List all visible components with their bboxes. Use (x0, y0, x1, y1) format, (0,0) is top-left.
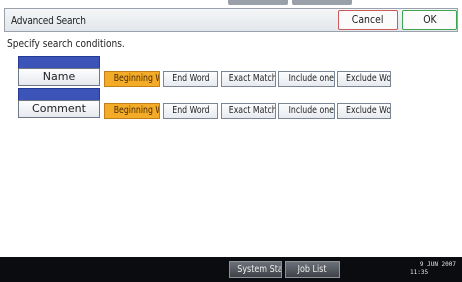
search-row-name: Name Beginning Word End Word Exact Match… (0, 56, 462, 88)
field-entry-indicator[interactable] (18, 88, 100, 100)
option-beginning-word[interactable]: Beginning Word (104, 71, 160, 87)
top-tab-indicator (228, 0, 288, 5)
instruction-text: Specify search conditions. (7, 37, 125, 50)
option-include-one-word[interactable]: Include one Word (278, 103, 335, 119)
time-text: 11:35 (410, 269, 429, 276)
ok-button-label: OK (422, 13, 437, 26)
option-exact-match[interactable]: Exact Match (221, 71, 276, 87)
cancel-button-label: Cancel (352, 13, 384, 26)
option-end-word[interactable]: End Word (163, 71, 218, 87)
clock-display: 9 JUN 2007 11:35 (410, 261, 458, 279)
status-bar: System Status Job List 9 JUN 2007 11:35 (0, 257, 462, 282)
option-exclude-words[interactable]: Exclude Words (337, 103, 391, 119)
field-entry-indicator[interactable] (18, 56, 100, 68)
option-end-word[interactable]: End Word (163, 103, 218, 119)
top-strip (0, 0, 462, 6)
top-tab-indicator (292, 0, 352, 5)
ok-button[interactable]: OK (402, 10, 457, 30)
option-include-one-word[interactable]: Include one Word (278, 71, 335, 87)
page-title: Advanced Search (11, 14, 86, 27)
cancel-button[interactable]: Cancel (338, 10, 398, 30)
title-bar: Advanced Search Cancel OK (4, 8, 458, 32)
option-beginning-word[interactable]: Beginning Word (104, 103, 160, 119)
search-row-comment: Comment Beginning Word End Word Exact Ma… (0, 88, 462, 120)
date-text: 9 JUN 2007 (419, 261, 456, 268)
job-list-button[interactable]: Job List (285, 261, 340, 278)
option-exclude-words[interactable]: Exclude Words (337, 71, 391, 87)
option-exact-match[interactable]: Exact Match (221, 103, 276, 119)
field-comment-button[interactable]: Comment (18, 100, 100, 118)
field-name-button[interactable]: Name (18, 68, 100, 86)
system-status-button[interactable]: System Status (229, 261, 282, 278)
